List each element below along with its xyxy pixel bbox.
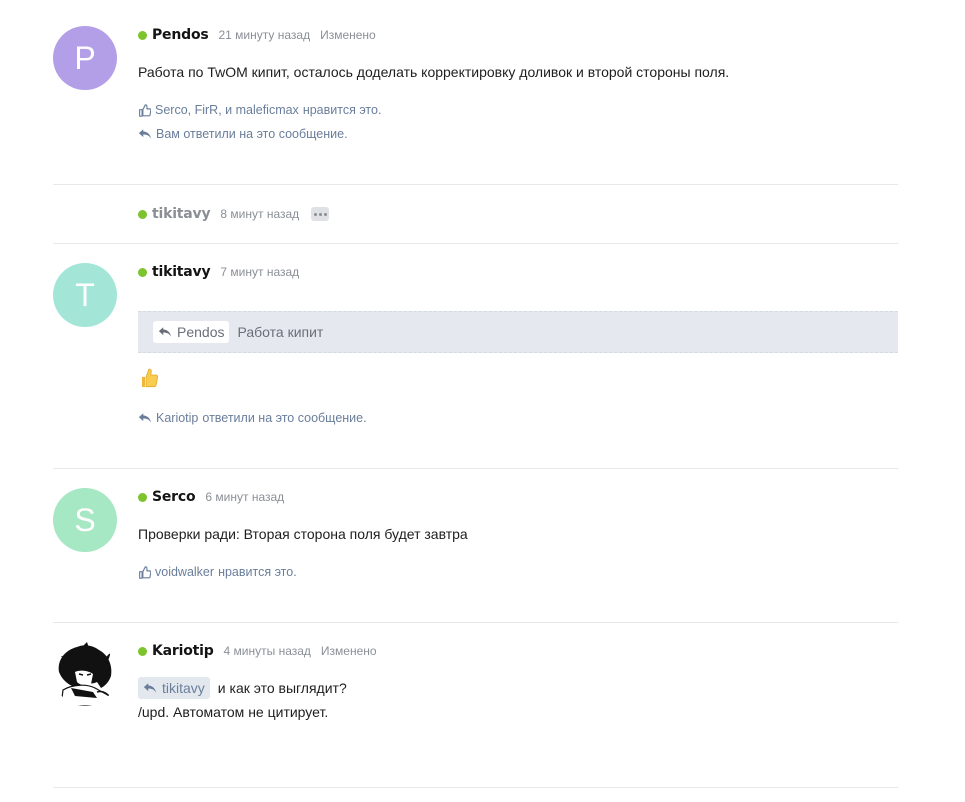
post-meta: Kariotip 4 минуты назад Изменено	[138, 642, 377, 660]
likes-users-link[interactable]: voidwalker	[155, 565, 214, 579]
quote-author-name: Pendos	[177, 324, 225, 340]
post-text-line: tikitavy и как это выглядит?	[138, 677, 347, 699]
reply-suffix: ответили на это сообщение.	[202, 411, 367, 425]
author-name[interactable]: tikitavy	[152, 206, 211, 222]
online-indicator	[138, 209, 147, 219]
likes-line: Serco, FirR, и maleficmax нравится это.	[138, 103, 381, 117]
post-divider	[53, 622, 898, 623]
post-time[interactable]: 4 минуты назад	[224, 644, 311, 658]
thumbs-up-icon	[139, 565, 151, 579]
reply-icon	[143, 683, 157, 693]
post-meta: Serco 6 минут назад	[138, 488, 294, 506]
post-meta-collapsed: tikitavy 8 минут назад	[138, 205, 330, 223]
mention-name: tikitavy	[162, 680, 205, 696]
reply-icon	[138, 129, 152, 139]
post-text: и как это выглядит?	[217, 680, 347, 696]
post-divider	[53, 243, 898, 244]
likes-suffix: нравится это.	[218, 565, 297, 579]
quote-text: Работа кипит	[237, 324, 324, 340]
post-meta: Pendos 21 минуту назад Изменено	[138, 26, 376, 44]
reply-note[interactable]: Kariotip ответили на это сообщение.	[138, 411, 367, 425]
edited-label: Изменено	[320, 28, 376, 42]
post-time[interactable]: 7 минут назад	[220, 265, 299, 279]
avatar[interactable]: P	[53, 26, 117, 90]
avatar[interactable]: S	[53, 488, 117, 552]
likes-users-link[interactable]: Serco, FirR, и maleficmax	[155, 103, 299, 117]
quote-block: Pendos Работа кипит	[138, 311, 898, 353]
likes-line: voidwalker нравится это.	[138, 565, 297, 579]
reply-user-link[interactable]: Kariotip	[156, 411, 198, 425]
reply-icon	[158, 327, 172, 337]
author-name[interactable]: Serco	[152, 489, 196, 505]
quote-author-link[interactable]: Pendos	[153, 321, 230, 343]
post-divider	[53, 468, 898, 469]
expand-button[interactable]	[311, 207, 330, 221]
likes-suffix: нравится это.	[302, 103, 382, 117]
online-indicator	[138, 267, 147, 277]
online-indicator	[138, 492, 147, 502]
online-indicator	[138, 30, 147, 40]
post-time[interactable]: 8 минут назад	[220, 207, 299, 221]
post-meta: tikitavy 7 минут назад	[138, 263, 309, 281]
anime-character-avatar-icon	[58, 642, 114, 706]
avatar[interactable]: T	[53, 263, 117, 327]
thumbs-up-icon	[139, 103, 151, 117]
thumbs-up-emoji-icon	[139, 367, 159, 394]
post-divider	[53, 184, 898, 185]
post-text: Проверки ради: Вторая сторона поля будет…	[138, 526, 468, 542]
reply-icon	[138, 413, 152, 423]
author-name[interactable]: Pendos	[152, 27, 209, 43]
mention-link[interactable]: tikitavy	[138, 677, 210, 699]
online-indicator	[138, 646, 147, 656]
reply-note-text: Вам ответили на это сообщение.	[156, 127, 348, 141]
post-time[interactable]: 6 минут назад	[205, 490, 284, 504]
author-name[interactable]: Kariotip	[152, 643, 214, 659]
avatar[interactable]	[53, 642, 117, 706]
author-name[interactable]: tikitavy	[152, 264, 211, 280]
edited-label: Изменено	[320, 644, 377, 658]
post-time[interactable]: 21 минуту назад	[219, 28, 311, 42]
post-text-line: /upd. Автоматом не цитирует.	[138, 704, 329, 720]
post-text: Работа по TwOM кипит, осталось доделать …	[138, 64, 730, 80]
reply-note[interactable]: Вам ответили на это сообщение.	[138, 127, 348, 141]
post-divider	[53, 787, 898, 788]
